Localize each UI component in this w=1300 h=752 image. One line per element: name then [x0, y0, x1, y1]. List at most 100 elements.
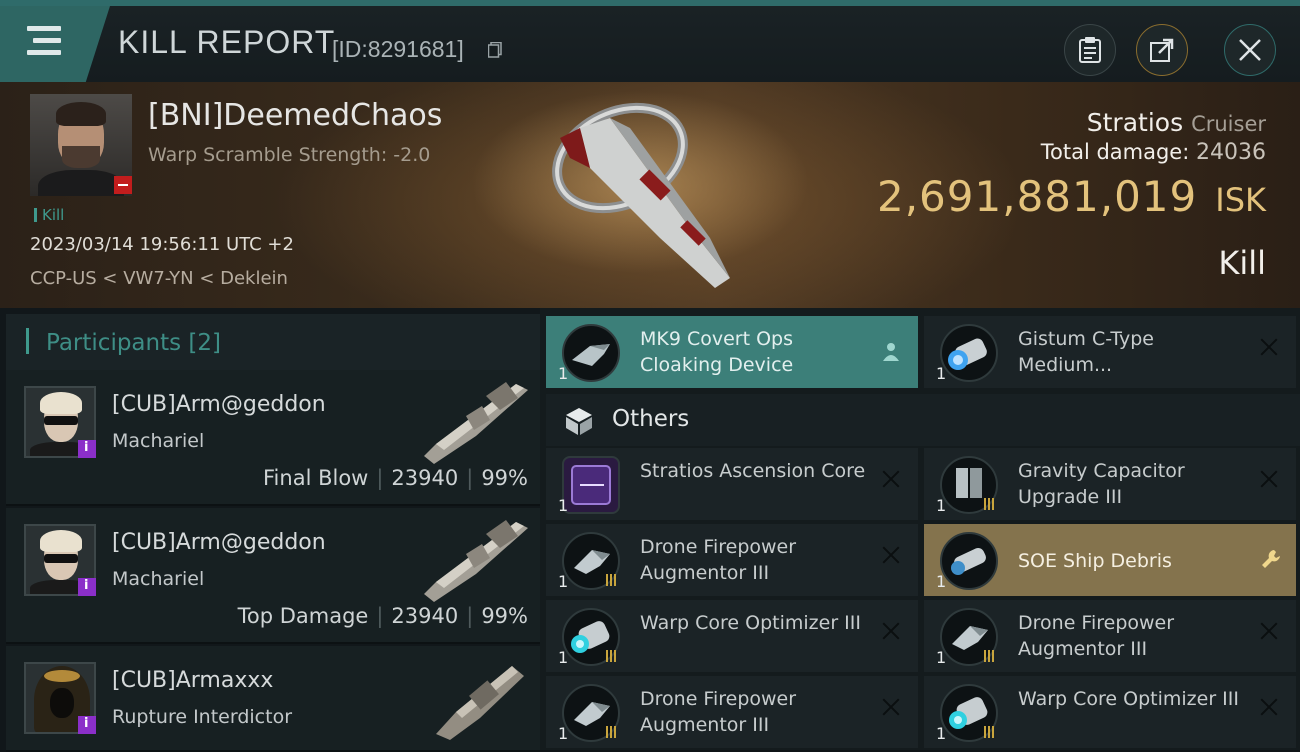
top-bar: KILL REPORT [ID:8291681]: [0, 0, 1300, 82]
wrench-icon: [1262, 550, 1280, 568]
modules-panel: 1 MK9 Covert Ops Cloaking Device 1 Gistu…: [540, 308, 1300, 750]
module-name: Gravity Capacitor Upgrade III: [1018, 460, 1185, 508]
others-title: Others: [612, 406, 690, 432]
module-item[interactable]: 1 Warp Core Optimizer III: [546, 600, 918, 672]
module-name: SOE Ship Debris: [1018, 550, 1172, 572]
copy-icon[interactable]: [488, 42, 502, 58]
module-name: Gistum C-Type Medium...: [1018, 328, 1154, 376]
kill-id: [ID:8291681]: [332, 36, 464, 62]
clipboard-icon: [1079, 37, 1101, 63]
participant-percent: 99%: [481, 604, 528, 628]
victim-name[interactable]: [BNI]DeemedChaos: [148, 98, 442, 133]
module-quantity: 1: [558, 724, 569, 743]
participant-name[interactable]: [CUB]Arm@geddon: [112, 392, 326, 417]
tech-level-icon: [984, 650, 996, 662]
tech-level-icon: [984, 498, 996, 510]
debris-icon: [940, 532, 998, 590]
participant-name[interactable]: [CUB]Armaxxx: [112, 668, 273, 693]
isk-amount: 2,691,881,019: [876, 172, 1198, 221]
participant-row[interactable]: [CUB]Armaxxx Rupture Interdictor: [6, 646, 540, 752]
total-damage-label: Total damage:: [1040, 140, 1190, 164]
tech-level-icon: [606, 650, 618, 662]
participant-ship: Machariel: [112, 568, 205, 590]
participants-title: Participants [2]: [46, 330, 221, 356]
module-name: Drone Firepower Augmentor III: [640, 688, 797, 736]
shield-module-icon: [940, 324, 998, 382]
module-quantity: 1: [936, 364, 947, 383]
participant-role: Final Blow: [263, 466, 369, 490]
module-item[interactable]: 1 Stratios Ascension Core: [546, 448, 918, 520]
module-quantity: 1: [558, 496, 569, 515]
page-title: KILL REPORT: [118, 24, 336, 60]
module-name: MK9 Covert Ops Cloaking Device: [640, 328, 794, 376]
destroyed-x-icon: [1260, 338, 1278, 356]
participant-stats: Top Damage | 23940 | 99%: [237, 604, 528, 628]
participant-name[interactable]: [CUB]Arm@geddon: [112, 530, 326, 555]
module-item-cloak[interactable]: 1 MK9 Covert Ops Cloaking Device: [546, 316, 918, 388]
cloak-module-icon: [562, 324, 620, 382]
participant-row[interactable]: [CUB]Arm@geddon Machariel Top Damage|239…: [6, 508, 540, 644]
participant-ship-image: [424, 382, 528, 464]
module-quantity: 1: [936, 496, 947, 515]
participant-row[interactable]: [CUB]Arm@geddon Machariel Final Blow|239…: [6, 370, 540, 506]
total-damage: Total damage: 24036: [1041, 140, 1266, 165]
module-item-dropped[interactable]: 1 SOE Ship Debris: [924, 524, 1296, 596]
ascension-core-icon: [562, 456, 620, 514]
isk-unit: ISK: [1215, 181, 1266, 219]
share-button[interactable]: [1136, 24, 1188, 76]
menu-icon: [27, 26, 61, 62]
module-name: Stratios Ascension Core: [640, 460, 866, 482]
clipboard-button[interactable]: [1064, 24, 1116, 76]
module-item[interactable]: 1 Drone Firepower Augmentor III: [924, 600, 1296, 672]
participant-damage: 23940: [391, 466, 459, 490]
destroyed-x-icon: [1260, 698, 1278, 716]
person-icon: [883, 343, 899, 361]
participant-ship: Machariel: [112, 430, 205, 452]
participant-damage: 23940: [391, 604, 459, 628]
participant-ship-image: [436, 666, 524, 740]
module-item[interactable]: 1 Drone Firepower Augmentor III: [546, 676, 918, 748]
destroyed-x-icon: [882, 622, 900, 640]
info-badge: [78, 578, 96, 596]
victim-ship-class: Cruiser: [1191, 112, 1266, 136]
victim-ship-name: Stratios: [1086, 108, 1184, 137]
close-button[interactable]: [1224, 24, 1276, 76]
destroyed-x-icon: [1260, 470, 1278, 488]
module-quantity: 1: [936, 648, 947, 667]
module-item[interactable]: 1 Drone Firepower Augmentor III: [546, 524, 918, 596]
participants-panel: Participants [2] [CUB]Arm@geddon Machari…: [0, 308, 540, 752]
participants-header[interactable]: Participants [2]: [6, 314, 540, 370]
tech-level-icon: [606, 726, 618, 738]
section-marker: [26, 328, 29, 354]
participant-ship-image: [424, 520, 528, 602]
victim-ship[interactable]: Stratios Cruiser: [1087, 108, 1266, 137]
menu-button[interactable]: [0, 6, 110, 82]
kill-location: CCP-US < VW7-YN < Deklein: [30, 268, 288, 289]
info-badge: [78, 716, 96, 734]
module-name: Drone Firepower Augmentor III: [1018, 612, 1175, 660]
participant-role: Top Damage: [237, 604, 369, 628]
module-name: Drone Firepower Augmentor III: [640, 536, 797, 584]
others-section-header[interactable]: Others: [546, 394, 1300, 446]
participant-ship: Rupture Interdictor: [112, 706, 292, 728]
destroyed-x-icon: [1260, 622, 1278, 640]
info-badge: [78, 440, 96, 458]
module-quantity: 1: [936, 724, 947, 743]
share-icon: [1150, 38, 1174, 62]
victim-ship-image[interactable]: [540, 88, 760, 298]
kill-tag: Kill: [34, 206, 64, 224]
destroyed-x-icon: [882, 546, 900, 564]
participant-percent: 99%: [481, 466, 528, 490]
tech-level-icon: [606, 574, 618, 586]
victim-summary: [BNI]DeemedChaos Warp Scramble Strength:…: [0, 82, 1300, 308]
kill-datetime: 2023/03/14 19:56:11 UTC +2: [30, 234, 294, 255]
module-item[interactable]: 1 Warp Core Optimizer III: [924, 676, 1296, 748]
module-item-gistum[interactable]: 1 Gistum C-Type Medium...: [924, 316, 1296, 388]
module-item[interactable]: 1 Gravity Capacitor Upgrade III: [924, 448, 1296, 520]
module-quantity: 1: [558, 364, 569, 383]
tech-level-icon: [984, 726, 996, 738]
participant-stats: Final Blow | 23940 | 99%: [263, 466, 528, 490]
module-quantity: 1: [558, 648, 569, 667]
close-icon: [1239, 39, 1261, 61]
destroyed-x-icon: [882, 470, 900, 488]
